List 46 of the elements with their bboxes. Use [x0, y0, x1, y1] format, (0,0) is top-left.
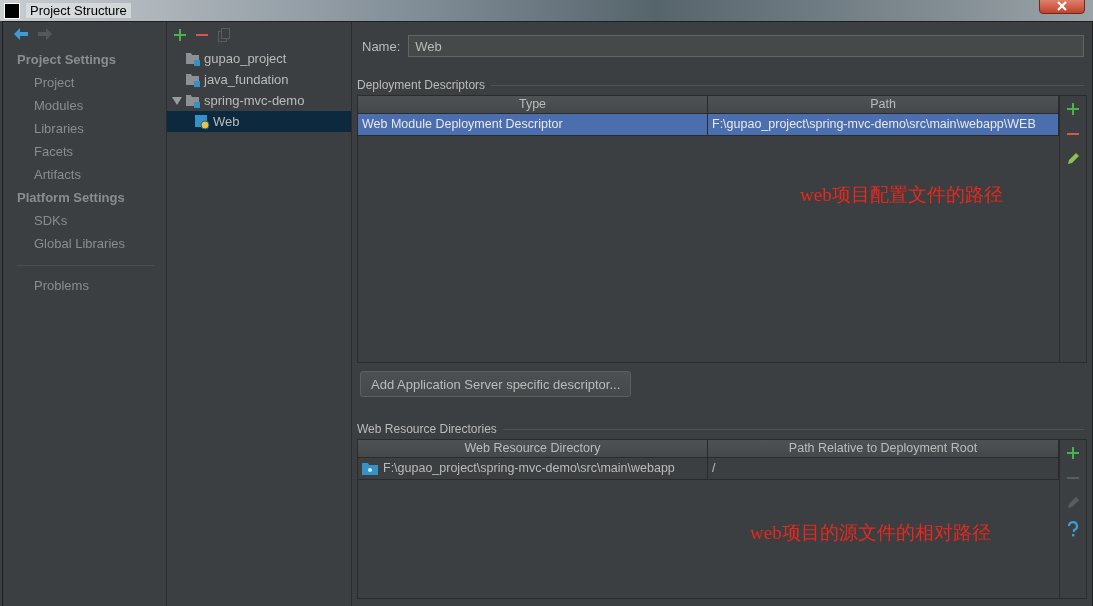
table-cell[interactable]: F:\gupao_project\spring-mvc-demo\src\main\webapp [358, 458, 708, 480]
web-facet-icon [194, 113, 210, 130]
column-header[interactable]: Path Relative to Deployment Root [708, 440, 1059, 458]
pencil-icon[interactable] [1066, 152, 1080, 166]
column-header[interactable]: Type [358, 96, 708, 114]
close-icon [1057, 0, 1067, 11]
window-title: Project Structure [26, 3, 131, 18]
folder-icon [362, 462, 378, 475]
name-label: Name: [362, 38, 401, 54]
sidebar-item[interactable]: Global Libraries [3, 232, 166, 255]
add-icon[interactable] [1066, 102, 1080, 116]
sidebar-item[interactable]: Libraries [3, 117, 166, 140]
sidebar-item[interactable]: Modules [3, 94, 166, 117]
add-icon[interactable] [1066, 446, 1080, 460]
sidebar-item[interactable]: Artifacts [3, 163, 166, 186]
annotation-text: web项目配置文件的路径 [800, 183, 1003, 207]
add-descriptor-button[interactable]: Add Application Server specific descriptor... [360, 371, 632, 397]
tree-item[interactable]: gupao_project [167, 48, 351, 69]
module-folder-icon [185, 50, 201, 67]
sidebar-item[interactable]: Project [3, 71, 166, 94]
tree-item[interactable]: java_fundation [167, 69, 351, 90]
sidebar-item[interactable]: SDKs [3, 209, 166, 232]
table-cell[interactable]: / [708, 458, 1059, 480]
group-title: Web Resource Directories [357, 422, 497, 436]
copy-icon [218, 28, 230, 42]
tree-item[interactable]: Web [167, 111, 351, 132]
section-header: Platform Settings [16, 189, 126, 207]
sidebar-item[interactable]: Problems [3, 274, 166, 297]
forward-arrow-icon [38, 28, 52, 40]
group-title: Deployment Descriptors [357, 78, 486, 92]
module-folder-icon [185, 92, 201, 109]
close-button[interactable] [1039, 0, 1085, 14]
app-logo-icon [4, 2, 20, 19]
help-icon[interactable] [1066, 521, 1080, 537]
module-folder-icon [185, 71, 201, 88]
table-cell[interactable]: F:\gupao_project\spring-mvc-demo\src\main\webapp\WEB [708, 114, 1059, 136]
column-header[interactable]: Path [708, 96, 1059, 114]
name-field[interactable]: Web [408, 35, 1084, 57]
tree-item[interactable]: spring-mvc-demo [167, 90, 351, 111]
section-header: Project Settings [16, 51, 117, 69]
sidebar-item[interactable]: Facets [3, 140, 166, 163]
add-icon [174, 29, 186, 41]
table-cell[interactable]: Web Module Deployment Descriptor [358, 114, 708, 136]
annotation-text: web项目的源文件的相对路径 [750, 521, 991, 545]
back-arrow-icon [14, 28, 28, 40]
column-header[interactable]: Web Resource Directory [358, 440, 708, 458]
